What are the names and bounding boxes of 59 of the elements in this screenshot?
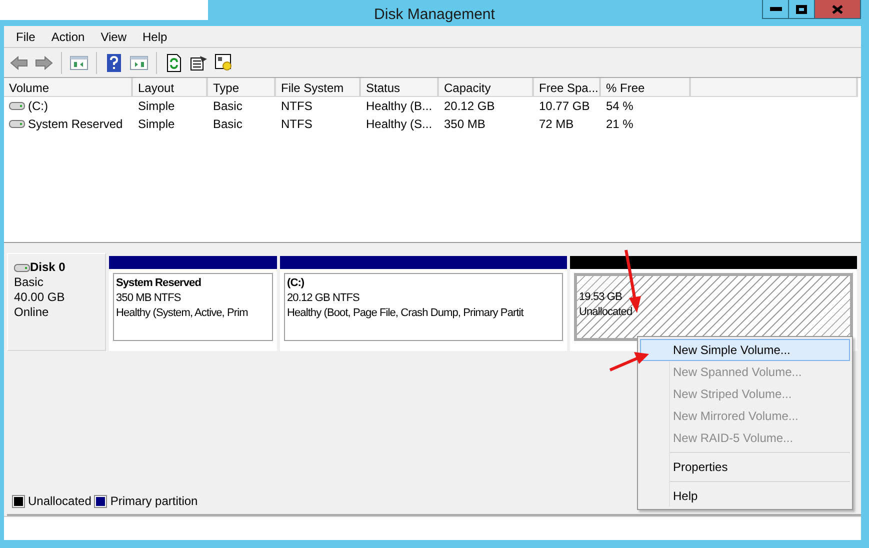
table-cell-text: 350 MB xyxy=(444,116,486,133)
column-header[interactable]: Volume xyxy=(4,78,133,97)
window-title: Disk Management xyxy=(374,6,495,23)
drive-icon xyxy=(9,102,25,110)
partition-status: Healthy (System, Active, Prim xyxy=(116,306,249,321)
close-button[interactable] xyxy=(814,0,861,19)
column-header[interactable]: Layout xyxy=(133,78,208,97)
disk-info-panel[interactable]: Disk 0 Basic 40.00 GB Online xyxy=(7,253,106,351)
disk-size: 40.00 GB xyxy=(14,290,66,305)
table-cell-text: Basic xyxy=(213,116,242,133)
menu-item[interactable]: Help xyxy=(640,485,850,507)
disk-name: Disk 0 xyxy=(30,260,66,275)
partition-name: System Reserved xyxy=(116,276,202,291)
partition-size: 350 MB NTFS xyxy=(116,291,182,306)
maximize-icon xyxy=(796,4,807,14)
column-header[interactable]: Type xyxy=(208,78,276,97)
legend-label: Unallocated xyxy=(28,493,92,510)
minimize-button[interactable] xyxy=(762,0,789,19)
drive-icon xyxy=(14,264,30,272)
column-header[interactable]: Status xyxy=(361,78,439,97)
column-header[interactable]: File System xyxy=(276,78,361,97)
table-cell-text: System Reserved xyxy=(28,116,123,133)
table-cell-text: Healthy (B... xyxy=(366,98,432,115)
close-icon xyxy=(832,4,843,14)
table-cell-text: NTFS xyxy=(281,116,312,133)
partition-name: (C:) xyxy=(287,276,306,291)
partition-size: 20.12 GB NTFS xyxy=(287,291,360,306)
menu-item[interactable]: Properties xyxy=(640,456,850,478)
partition-status: Unallocated xyxy=(579,305,634,320)
menu-item[interactable]: Help xyxy=(134,28,176,46)
annotation-arrow xyxy=(609,352,649,372)
menu-item[interactable]: View xyxy=(92,28,134,46)
partition-box[interactable]: (C:) 20.12 GB NTFS Healthy (Boot, Page File, Crash Dump, Primary Partit xyxy=(284,273,563,341)
table-cell-text: Healthy (S... xyxy=(366,116,432,133)
table-cell-text: Simple xyxy=(138,116,175,133)
disk-type: Basic xyxy=(14,275,44,290)
table-cell-text: 54 % xyxy=(606,98,634,115)
table-cell-text: 20.12 GB xyxy=(444,98,495,115)
table-cell-text: NTFS xyxy=(281,98,312,115)
table-cell-text: 21 % xyxy=(606,116,634,133)
partition-status: Healthy (Boot, Page File, Crash Dump, Primary Partit xyxy=(287,306,525,321)
minimize-icon xyxy=(770,7,782,11)
menu-item[interactable]: File xyxy=(8,28,44,46)
disk-status: Online xyxy=(14,305,50,320)
table-cell-text: (C:) xyxy=(28,98,48,115)
column-header[interactable]: Capacity xyxy=(439,78,534,97)
menu-item[interactable]: Action xyxy=(43,28,93,46)
legend-label: Primary partition xyxy=(110,493,198,510)
menu-item[interactable]: New Simple Volume... xyxy=(640,339,850,361)
table-cell-text: Simple xyxy=(138,98,175,115)
partition-size: 19.53 GB xyxy=(579,290,623,305)
table-cell-text: Basic xyxy=(213,98,242,115)
partition-box[interactable]: System Reserved 350 MB NTFS Healthy (System, Active, Prim xyxy=(113,273,273,341)
column-header[interactable]: Free Spa... xyxy=(534,78,601,97)
table-cell-text: 10.77 GB xyxy=(539,98,590,115)
column-header[interactable]: % Free xyxy=(601,78,691,97)
table-cell-text: 72 MB xyxy=(539,116,574,133)
partition-box[interactable]: 19.53 GB Unallocated xyxy=(574,273,853,341)
drive-icon xyxy=(9,120,25,128)
